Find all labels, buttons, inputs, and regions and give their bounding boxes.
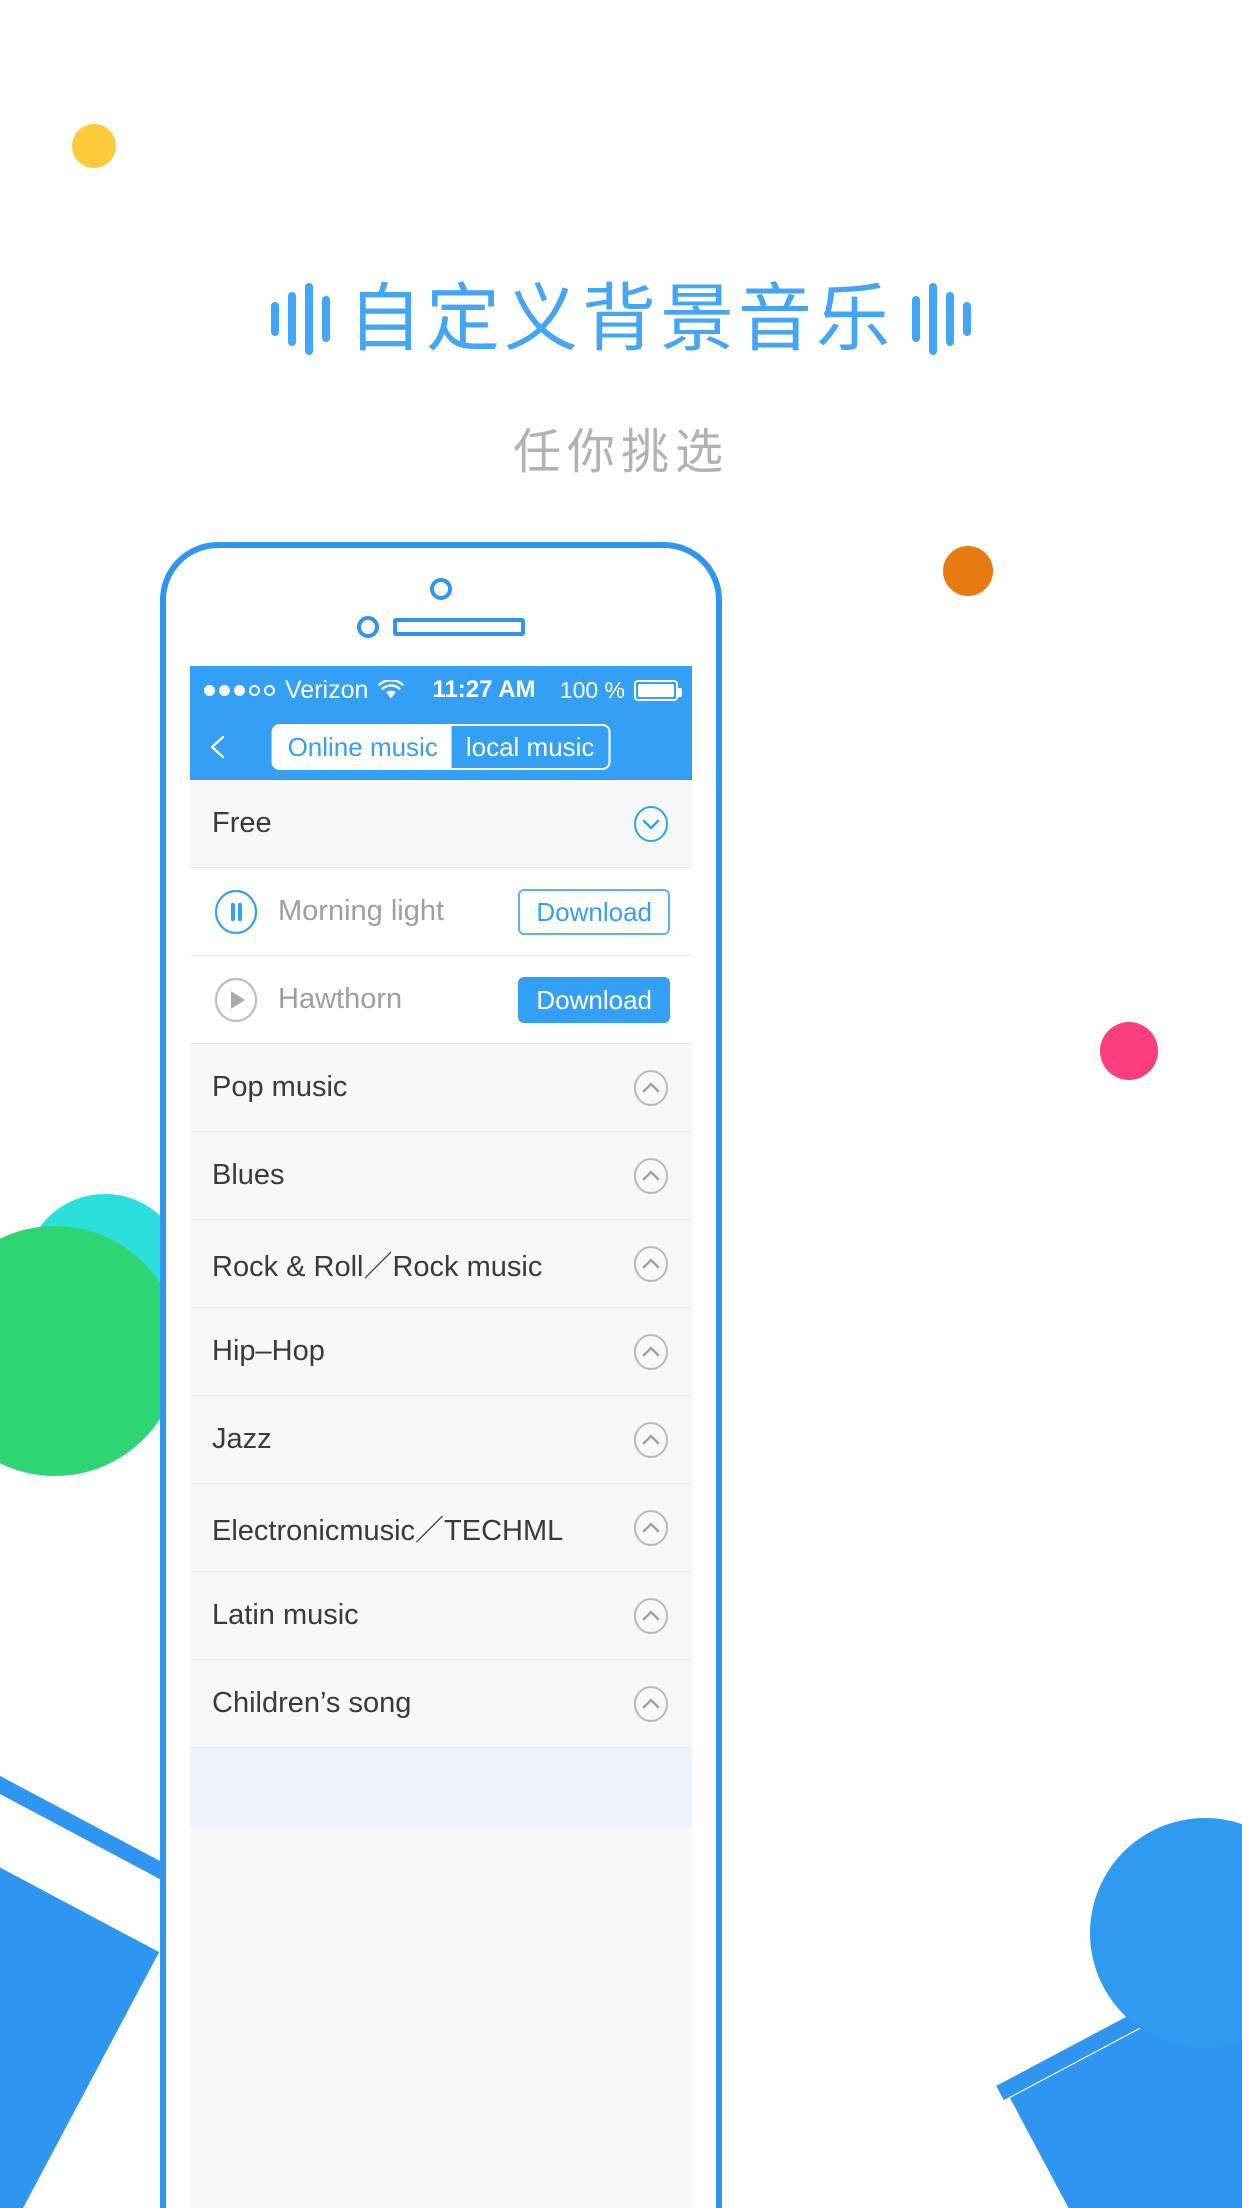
genre-label: Pop music [212,1071,348,1103]
phone-mockup: Verizon 11:27 AM 100 % Online music loca… [160,542,722,2208]
back-chevron-icon[interactable] [206,734,232,760]
decor-dot-yellow [72,124,116,168]
section-header-free[interactable]: Free [190,780,692,868]
genre-row-blues[interactable]: Blues [190,1132,692,1220]
download-button[interactable]: Download [518,888,670,935]
earpiece-speaker-icon [393,618,525,636]
carrier-label: Verizon [285,675,369,704]
track-row[interactable]: Hawthorn Download [190,956,692,1044]
section-header-label: Free [212,807,272,839]
genre-row-pop-music[interactable]: Pop music [190,1044,692,1132]
genre-label: Electronicmusic／TECHML [212,1514,564,1547]
chevron-up-icon[interactable] [632,1245,670,1283]
genre-row-jazz[interactable]: Jazz [190,1396,692,1484]
front-camera-icon [430,578,452,600]
download-button[interactable]: Download [518,976,670,1023]
waveform-icon-right [912,282,971,356]
decor-ribbon-left-large [0,1708,160,2208]
waveform-icon-left [271,282,330,356]
chevron-up-icon[interactable] [632,1157,670,1195]
chevron-up-icon[interactable] [632,1597,670,1635]
phone-screen: Verizon 11:27 AM 100 % Online music loca… [190,666,692,2208]
chevron-up-icon[interactable] [632,1421,670,1459]
music-list: Free Morning light Download Hawthorn Dow… [190,780,692,1828]
page-subtitle: 任你挑选 [512,426,729,479]
battery-percent-label: 100 % [559,676,625,703]
decor-blob-blue [1090,1818,1242,2048]
status-bar: Verizon 11:27 AM 100 % [190,666,692,714]
wifi-icon [378,680,405,700]
chevron-down-icon[interactable] [632,805,670,843]
page-title: 自定义背景音乐 [348,277,894,360]
genre-row-electronic[interactable]: Electronicmusic／TECHML [190,1484,692,1572]
signal-strength-icon [204,684,275,696]
genre-row-hip-hop[interactable]: Hip–Hop [190,1308,692,1396]
chevron-up-icon[interactable] [632,1509,670,1547]
tab-local-music[interactable]: local music [451,725,609,769]
play-icon[interactable] [212,976,260,1024]
genre-row-rock[interactable]: Rock & Roll／Rock music [190,1220,692,1308]
status-bar-right: 100 % [559,676,682,704]
chevron-up-icon[interactable] [632,1685,670,1723]
clock-label: 11:27 AM [432,676,536,703]
phone-top-bezel [166,548,716,668]
speaker-row [357,616,525,638]
nav-bar: Online music local music [190,714,692,780]
hero-headline: 自定义背景音乐 [0,282,1242,356]
decor-dot-orange [943,546,993,596]
track-title: Hawthorn [278,983,403,1015]
segmented-control[interactable]: Online music local music [271,723,611,771]
genre-row-childrens-song[interactable]: Children’s song [190,1660,692,1748]
tab-online-music[interactable]: Online music [273,725,452,769]
chevron-up-icon[interactable] [632,1333,670,1371]
pause-icon[interactable] [212,888,260,936]
chevron-up-icon[interactable] [632,1069,670,1107]
list-bottom-area [190,1748,692,1828]
page-root: 自定义背景音乐 任你挑选 Verizon 11:27 AM 100 % Onli… [0,0,1242,2208]
genre-label: Blues [212,1159,285,1191]
genre-row-latin[interactable]: Latin music [190,1572,692,1660]
battery-icon [634,679,682,701]
genre-label: Hip–Hop [212,1335,325,1367]
genre-label: Children’s song [212,1687,412,1719]
track-row[interactable]: Morning light Download [190,868,692,956]
genre-label: Jazz [212,1423,272,1455]
proximity-sensor-icon [357,616,379,638]
genre-label: Rock & Roll／Rock music [212,1250,543,1283]
decor-dot-pink [1100,1022,1158,1080]
track-title: Morning light [278,895,445,927]
genre-label: Latin music [212,1599,359,1631]
